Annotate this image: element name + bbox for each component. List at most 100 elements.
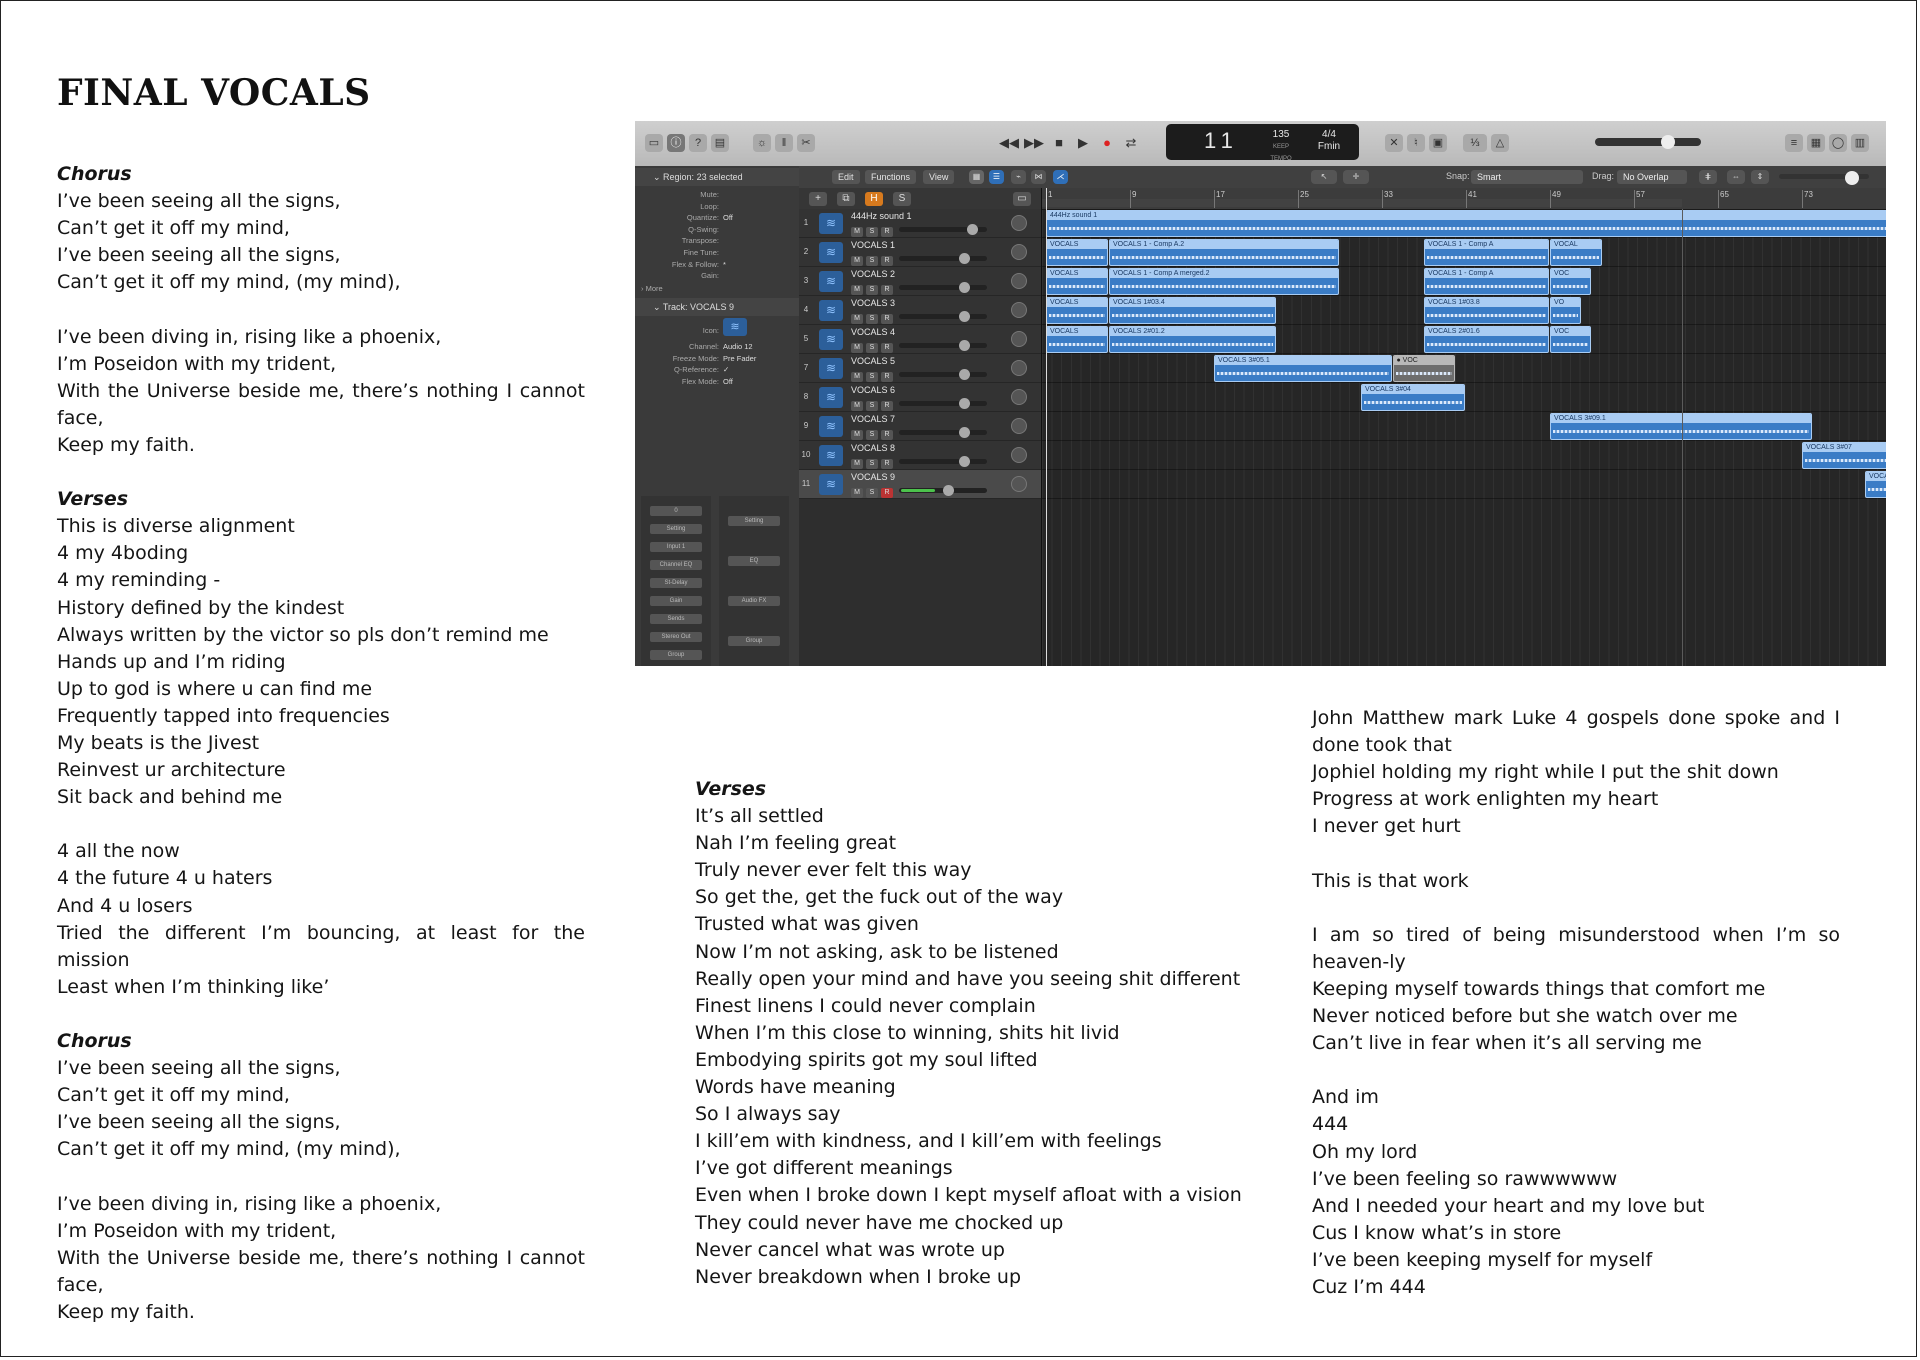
fast-forward-icon[interactable]: ▶▶ xyxy=(1024,133,1044,153)
fader-knob[interactable] xyxy=(959,369,970,380)
rewind-icon[interactable]: ◀◀ xyxy=(999,133,1019,153)
audio-region[interactable]: VOCALS 1#03.8 xyxy=(1424,297,1549,324)
fader-knob[interactable] xyxy=(959,340,970,351)
audio-region[interactable]: VOCALS 1 - Comp A xyxy=(1424,239,1549,266)
lcd-display[interactable]: 11 135 KEEP TEMPO 4/4 Fmin xyxy=(1166,124,1359,162)
strip-slot[interactable]: Input 1 xyxy=(650,542,702,552)
list-icon[interactable]: ≡ xyxy=(1785,134,1803,152)
solo-button[interactable]: S xyxy=(866,285,878,295)
vertical-zoom-icon[interactable]: ⇕ xyxy=(1751,170,1769,184)
record-icon[interactable]: ● xyxy=(1097,133,1117,153)
smart-controls-icon[interactable]: ☼ xyxy=(753,134,771,152)
track-name[interactable]: VOCALS 8 xyxy=(851,443,895,453)
strip-slot[interactable]: Group xyxy=(650,650,702,660)
track-name[interactable]: VOCALS 4 xyxy=(851,327,895,337)
track-header[interactable]: 10 ≋ VOCALS 8 MSR xyxy=(799,441,1041,470)
play-icon[interactable]: ▶ xyxy=(1073,133,1093,153)
record-enable-button[interactable]: R xyxy=(881,459,893,469)
audio-region[interactable]: VOCALS 1 - Comp A xyxy=(1424,268,1549,295)
track-name[interactable]: 444Hz sound 1 xyxy=(851,211,912,221)
audio-region[interactable]: ● VOC xyxy=(1392,355,1455,382)
audio-region[interactable]: VOCALS xyxy=(1046,268,1108,295)
edit-menu[interactable]: Edit xyxy=(832,170,860,184)
audio-region[interactable]: VOC xyxy=(1550,268,1591,295)
record-enable-button[interactable]: R xyxy=(881,430,893,440)
stop-icon[interactable]: ■ xyxy=(1049,133,1069,153)
notepad-icon[interactable]: ▦ xyxy=(1807,134,1825,152)
global-tracks-icon[interactable]: ▭ xyxy=(1013,192,1031,206)
strip-slot[interactable]: EQ xyxy=(728,556,780,566)
editors-icon[interactable]: ▤ xyxy=(711,134,729,152)
strip-slot[interactable]: Setting xyxy=(650,524,702,534)
solo-button[interactable]: S xyxy=(866,430,878,440)
volume-fader[interactable] xyxy=(899,398,987,409)
track-name[interactable]: VOCALS 2 xyxy=(851,269,895,279)
audio-region[interactable]: VOCALS 2#01.6 xyxy=(1424,326,1549,353)
audio-region[interactable]: VOCALS 3#04 xyxy=(1361,384,1465,411)
list-editors-icon[interactable]: ✕ xyxy=(1385,134,1403,152)
audio-region[interactable]: VOCALS xyxy=(1046,297,1108,324)
lcd-signature[interactable]: 4/4 Fmin xyxy=(1316,129,1342,153)
mute-button[interactable]: M xyxy=(851,459,863,469)
record-enable-button[interactable]: R xyxy=(881,256,893,266)
volume-fader[interactable] xyxy=(899,224,987,235)
solo-button[interactable]: S xyxy=(866,227,878,237)
track-icon[interactable]: ≋ xyxy=(723,318,747,336)
pointer-tool-icon[interactable]: ↖ xyxy=(1311,170,1337,184)
solo-icon[interactable]: ▣ xyxy=(1429,134,1447,152)
solo-toggle-button[interactable]: S xyxy=(893,192,911,206)
audio-region[interactable]: VOCALS 3#08 xyxy=(1865,471,1886,498)
track-name[interactable]: VOCALS 7 xyxy=(851,414,895,424)
fader-knob[interactable] xyxy=(943,485,954,496)
strip-slot[interactable]: Group xyxy=(728,636,780,646)
project-end-marker[interactable] xyxy=(1682,209,1683,666)
audio-region[interactable]: VOCALS 3#05.1 xyxy=(1214,355,1392,382)
solo-button[interactable]: S xyxy=(866,343,878,353)
automation-icon[interactable]: ⋈ xyxy=(1031,170,1046,184)
strip-slot[interactable]: Channel EQ xyxy=(650,560,702,570)
functions-menu[interactable]: Functions xyxy=(865,170,917,184)
audio-region[interactable]: VOCAL xyxy=(1550,239,1602,266)
fader-knob[interactable] xyxy=(959,311,970,322)
volume-fader[interactable] xyxy=(899,485,987,496)
solo-button[interactable]: S xyxy=(866,488,878,498)
record-enable-button[interactable]: R xyxy=(881,488,893,498)
pan-knob[interactable] xyxy=(1011,476,1027,492)
volume-fader[interactable] xyxy=(899,282,987,293)
add-track-button[interactable]: + xyxy=(809,192,827,206)
pan-knob[interactable] xyxy=(1011,273,1027,289)
loop-browser-icon[interactable]: ◯ xyxy=(1829,134,1847,152)
track-header[interactable]: 9 ≋ VOCALS 7 MSR xyxy=(799,412,1041,441)
cycle-icon[interactable]: ⇄ xyxy=(1121,133,1141,153)
volume-fader[interactable] xyxy=(899,253,987,264)
strip-slot[interactable]: Audio FX xyxy=(728,596,780,606)
arrange-area[interactable]: 191725334149576573818997105113121 444Hz … xyxy=(1042,188,1886,666)
mute-button[interactable]: M xyxy=(851,227,863,237)
solo-button[interactable]: S xyxy=(866,372,878,382)
more-toggle[interactable]: › More xyxy=(641,284,721,293)
browser-icon[interactable]: ▥ xyxy=(1851,134,1869,152)
record-enable-button[interactable]: R xyxy=(881,314,893,324)
strip-slot[interactable]: Gain xyxy=(650,596,702,606)
audio-region[interactable]: VO xyxy=(1550,297,1581,324)
region-inspector-header[interactable]: ⌄ Region: 23 selected xyxy=(635,168,799,186)
master-volume-slider[interactable] xyxy=(1595,135,1701,149)
track-name[interactable]: VOCALS 5 xyxy=(851,356,895,366)
fader-knob[interactable] xyxy=(959,456,970,467)
track-header[interactable]: 2 ≋ VOCALS 1 MSR xyxy=(799,238,1041,267)
mute-button[interactable]: M xyxy=(851,256,863,266)
track-header[interactable]: 4 ≋ VOCALS 3 MSR xyxy=(799,296,1041,325)
fader-knob[interactable] xyxy=(959,427,970,438)
audio-region[interactable]: VOCALS xyxy=(1046,326,1108,353)
record-enable-button[interactable]: R xyxy=(881,343,893,353)
solo-button[interactable]: S xyxy=(866,401,878,411)
volume-fader[interactable] xyxy=(899,311,987,322)
strip-slot[interactable]: 0 xyxy=(650,506,702,516)
track-name[interactable]: VOCALS 6 xyxy=(851,385,895,395)
mute-button[interactable]: M xyxy=(851,285,863,295)
catch-icon[interactable]: ⋌ xyxy=(1053,170,1068,184)
fader-knob[interactable] xyxy=(959,253,970,264)
track-header[interactable]: 8 ≋ VOCALS 6 MSR xyxy=(799,383,1041,412)
track-name[interactable]: VOCALS 1 xyxy=(851,240,895,250)
inspector-param-value[interactable]: ✓ xyxy=(723,365,729,374)
